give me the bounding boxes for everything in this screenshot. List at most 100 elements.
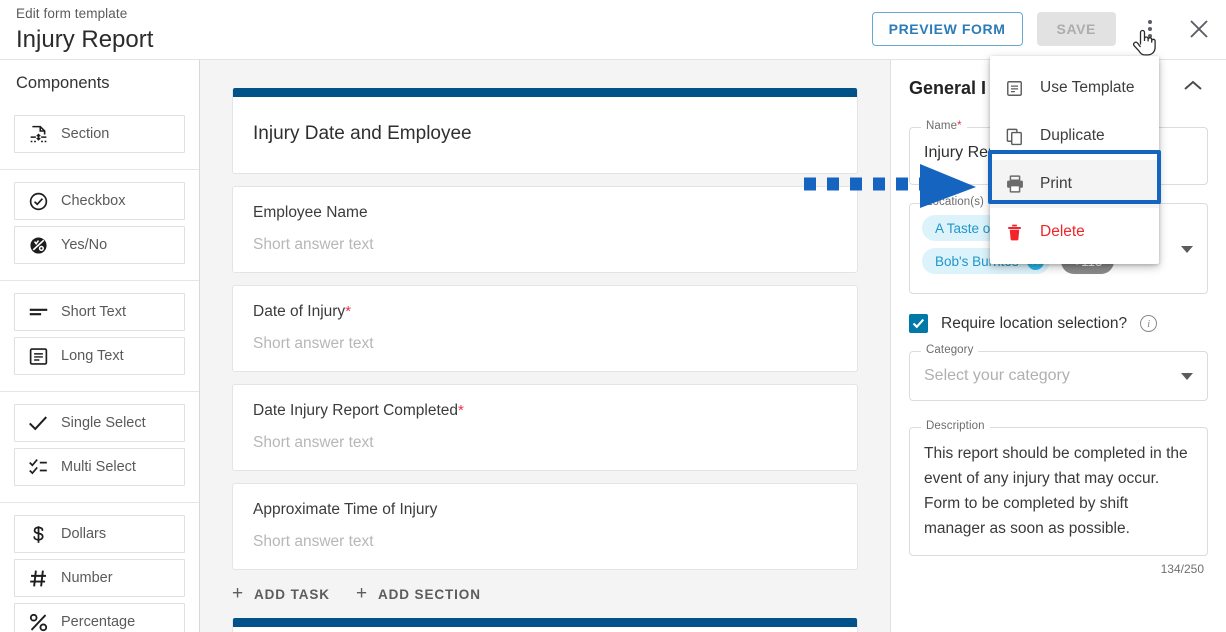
task-label: Employee Name [253,203,837,223]
task-label: Date Injury Report Completed* [253,401,837,421]
panel-title: General I [909,78,987,98]
add-section-label: ADD SECTION [377,586,481,602]
component-label: Short Text [61,304,127,320]
section-color-bar [233,618,857,627]
component-label: Yes/No [61,237,108,253]
section-title: Injury Date and Employee [253,123,472,144]
require-location-row[interactable]: Require location selection? i [909,314,1208,333]
chevron-up-icon [1184,80,1202,90]
component-single-select[interactable]: Single Select [14,404,185,442]
category-field-legend: Category [921,344,979,356]
component-multi-select[interactable]: Multi Select [14,448,185,486]
close-icon [1190,20,1208,38]
component-dollars[interactable]: Dollars [14,515,185,553]
component-checkbox[interactable]: Checkbox [14,182,185,220]
component-section[interactable]: Section [14,115,185,153]
require-location-checkbox[interactable] [909,314,928,333]
title-block: Edit form template Injury Report [0,0,153,55]
require-location-label: Require location selection? [941,314,1128,332]
yes-no-icon [15,235,61,256]
component-label: Single Select [61,415,146,431]
component-label: Percentage [61,614,136,630]
trash-icon [1004,223,1025,242]
close-button[interactable] [1182,12,1216,46]
task-card[interactable]: Employee Name Short answer text [232,186,858,273]
required-asterisk: * [345,303,352,320]
top-bar: Edit form template Injury Report PREVIEW… [0,0,1226,60]
task-answer-placeholder[interactable]: Short answer text [253,236,837,254]
multi-select-icon [15,457,61,477]
task-card[interactable]: Date Injury Report Completed* Short answ… [232,384,858,471]
task-label-text: Date of Injury [253,303,346,320]
plus-icon: + [355,583,368,604]
component-yes-no[interactable]: Yes/No [14,226,185,264]
component-group: Short Text Long Text [0,281,199,392]
info-icon[interactable]: i [1140,315,1158,332]
more-options-button[interactable] [1134,12,1166,46]
task-card[interactable]: Date of Injury* Short answer text [232,285,858,372]
required-asterisk: * [957,120,962,132]
menu-item-print[interactable]: Print [990,160,1159,208]
task-label: Approximate Time of Injury [253,500,837,520]
task-card[interactable]: Approximate Time of Injury Short answer … [232,483,858,570]
component-long-text[interactable]: Long Text [14,337,185,375]
chevron-down-icon[interactable] [1181,373,1193,380]
menu-item-duplicate[interactable]: Duplicate [990,112,1159,160]
menu-item-label: Use Template [1040,79,1135,96]
duplicate-icon [1004,127,1025,146]
printer-icon [1004,174,1025,194]
menu-item-delete[interactable]: Delete [990,208,1159,256]
checkbox-icon [15,191,61,212]
top-bar-actions: PREVIEW FORM SAVE [871,12,1216,46]
locations-field-legend: Location(s) [921,196,989,208]
app-root: Edit form template Injury Report PREVIEW… [0,0,1226,632]
menu-item-label: Duplicate [1040,127,1105,144]
category-field[interactable]: Category Select your category [909,344,1208,401]
description-char-count: 134/250 [1160,562,1204,576]
component-group: Dollars Number Percentage [0,503,199,632]
component-percentage[interactable]: Percentage [14,603,185,632]
task-label-text: Approximate Time of Injury [253,501,438,518]
percent-icon [15,612,61,632]
save-button[interactable]: SAVE [1036,12,1116,46]
chevron-down-icon[interactable] [1181,245,1193,253]
form-canvas: Injury Date and Employee Employee Name S… [200,60,890,632]
description-field-legend: Description [921,420,990,432]
template-icon [1004,79,1025,98]
task-answer-placeholder[interactable]: Short answer text [253,434,837,452]
preview-form-button[interactable]: PREVIEW FORM [871,12,1023,46]
description-field[interactable]: Description This report should be comple… [909,420,1208,556]
form-section-card-next[interactable] [232,618,858,632]
form-section-card[interactable]: Injury Date and Employee [232,88,858,174]
section-icon [15,124,61,145]
menu-item-label: Delete [1040,223,1085,240]
collapse-panel-button[interactable] [1182,79,1204,98]
plus-icon: + [232,583,244,604]
component-label: Dollars [61,526,107,542]
name-legend-text: Name [926,120,958,132]
task-answer-placeholder[interactable]: Short answer text [253,533,837,551]
component-short-text[interactable]: Short Text [14,293,185,331]
name-field-legend: Name* [921,120,967,132]
check-icon [912,318,925,329]
component-number[interactable]: Number [14,559,185,597]
kebab-dot [1148,34,1152,38]
kebab-dot [1148,27,1152,31]
menu-item-label: Print [1040,175,1072,192]
hash-icon [15,568,61,589]
component-group: Single Select Multi Select [0,392,199,503]
kebab-dot [1148,20,1152,24]
component-label: Multi Select [61,459,136,475]
short-text-icon [15,305,61,319]
components-sidebar: Components Section Checkbox Yes/No Short… [0,60,200,632]
add-task-button[interactable]: + ADD TASK [232,583,330,604]
task-answer-placeholder[interactable]: Short answer text [253,335,837,353]
add-section-button[interactable]: + ADD SECTION [355,583,481,604]
add-task-label: ADD TASK [254,586,330,602]
task-label: Date of Injury* [253,302,837,322]
description-value[interactable]: This report should be completed in the e… [910,428,1207,555]
component-group: Checkbox Yes/No [0,170,199,281]
breadcrumb-eyebrow: Edit form template [16,6,128,21]
page-title: Injury Report [16,26,154,53]
menu-item-use-template[interactable]: Use Template [990,64,1159,112]
